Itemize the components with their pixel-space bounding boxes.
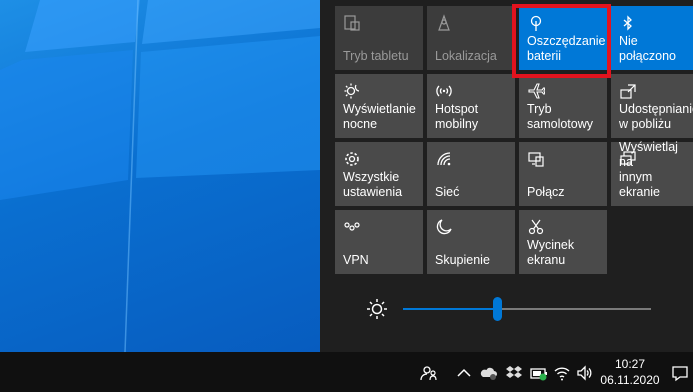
quick-action-label: Wyświetlaj na innym ekranie	[619, 140, 678, 199]
brightness-slider-fill	[403, 308, 498, 310]
brightness-slider-thumb[interactable]	[493, 297, 503, 321]
battery-icon[interactable]	[530, 364, 548, 382]
quick-action-battery[interactable]: Oszczędzanie baterii	[519, 6, 607, 70]
quick-action-label: Wycinek ekranu	[527, 238, 575, 267]
moon-icon	[435, 218, 453, 236]
snip-icon	[527, 218, 545, 236]
clock-time: 10:27	[614, 357, 646, 371]
brightness-row	[360, 292, 660, 326]
quick-action-snip[interactable]: Wycinek ekranu	[519, 210, 607, 274]
quick-action-label: Wyświetlanie nocne	[343, 102, 416, 131]
desktop-background	[0, 0, 320, 352]
chevron-up-icon[interactable]	[455, 364, 473, 382]
gear-icon	[343, 150, 361, 168]
network-icon	[435, 150, 453, 168]
quick-action-network[interactable]: Sieć	[427, 142, 515, 206]
quick-action-connect[interactable]: Połącz	[519, 142, 607, 206]
quick-action-label: Sieć	[435, 185, 460, 199]
quick-action-location[interactable]: Lokalizacja	[427, 6, 515, 70]
vpn-icon	[343, 218, 361, 236]
quick-action-tablet[interactable]: Tryb tabletu	[335, 6, 423, 70]
battery-saver-icon	[527, 14, 545, 32]
quick-action-label: Połącz	[527, 185, 565, 199]
quick-action-label: Tryb tabletu	[343, 49, 409, 63]
quick-action-label: Udostępnianie w pobliżu	[619, 102, 693, 131]
quick-action-label: VPN	[343, 253, 369, 267]
dropbox-icon[interactable]	[505, 364, 523, 382]
people-icon[interactable]	[419, 364, 437, 382]
quick-action-airplane[interactable]: Tryb samolotowy	[519, 74, 607, 138]
tablet-mode-icon	[343, 14, 361, 32]
quick-action-label: Skupienie	[435, 253, 490, 267]
taskbar: 10:27 06.11.2020	[0, 352, 693, 392]
windows-logo-wallpaper	[0, 0, 320, 352]
notification-icon[interactable]	[671, 364, 689, 382]
clock-date: 06.11.2020	[600, 373, 660, 387]
connect-icon	[527, 150, 545, 168]
bluetooth-icon	[619, 14, 637, 32]
quick-action-project[interactable]: Wyświetlaj na innym ekranie	[611, 140, 693, 206]
quick-action-night[interactable]: Wyświetlanie nocne	[335, 74, 423, 138]
hotspot-icon	[435, 82, 453, 100]
quick-action-vpn[interactable]: VPN	[335, 210, 423, 274]
taskbar-clock[interactable]: 10:27 06.11.2020	[597, 356, 663, 388]
nearby-share-icon	[619, 82, 637, 100]
onedrive-icon[interactable]	[480, 364, 498, 382]
night-light-icon	[343, 82, 361, 100]
location-icon	[435, 14, 453, 32]
airplane-icon	[527, 82, 545, 100]
quick-action-bluetooth[interactable]: Nie połączono	[611, 6, 693, 70]
quick-action-hotspot[interactable]: Hotspot mobilny	[427, 74, 515, 138]
brightness-icon	[367, 299, 387, 319]
wifi-icon[interactable]	[553, 364, 571, 382]
volume-icon[interactable]	[576, 364, 594, 382]
quick-action-label: Wszystkie ustawienia	[343, 170, 403, 199]
quick-action-label: Tryb samolotowy	[527, 102, 593, 131]
quick-action-label: Nie połączono	[619, 34, 676, 63]
quick-action-nearby[interactable]: Udostępnianie w pobliżu	[611, 74, 693, 138]
quick-action-label: Oszczędzanie baterii	[527, 34, 606, 63]
quick-action-settings[interactable]: Wszystkie ustawienia	[335, 142, 423, 206]
quick-action-label: Hotspot mobilny	[435, 102, 479, 131]
quick-action-focus[interactable]: Skupienie	[427, 210, 515, 274]
quick-action-label: Lokalizacja	[435, 49, 497, 63]
